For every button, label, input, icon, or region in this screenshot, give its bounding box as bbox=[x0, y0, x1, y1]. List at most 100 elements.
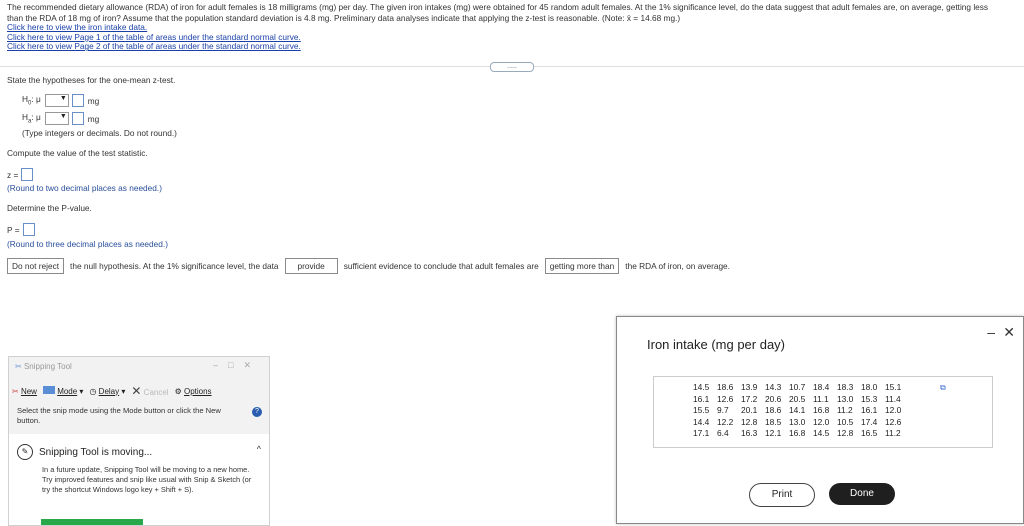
print-button[interactable]: Print bbox=[749, 483, 815, 507]
table-cell: 12.8 bbox=[741, 416, 758, 427]
z-label: z = bbox=[7, 169, 19, 180]
cancel-icon: ✕ bbox=[131, 384, 142, 398]
conclusion-row: Do not reject the null hypothesis. At th… bbox=[7, 258, 736, 274]
table-cell: 18.4 bbox=[813, 382, 830, 393]
table-cell: 11.2 bbox=[837, 405, 853, 416]
table-cell: 11.1 bbox=[813, 393, 829, 404]
pvalue-row: P = bbox=[7, 223, 39, 236]
table-cell: 17.4 bbox=[861, 416, 878, 427]
table-cell: 10.7 bbox=[789, 382, 806, 393]
table-cell: 14.5 bbox=[813, 428, 830, 439]
ha-operator-dropdown[interactable] bbox=[44, 112, 69, 125]
table-cell: 16.8 bbox=[789, 428, 806, 439]
table-cell: 20.6 bbox=[765, 393, 782, 404]
ha-value-input[interactable] bbox=[71, 112, 84, 125]
problem-statement: The recommended dietary allowance (RDA) … bbox=[7, 2, 997, 52]
new-snip-icon: ✂ bbox=[12, 386, 19, 396]
window-controls: –□✕ bbox=[213, 360, 261, 371]
table-cell: 17.2 bbox=[741, 393, 758, 404]
iron-intake-dialog: Iron intake (mg per day) – ✕ 14.5 18.6 13.… bbox=[616, 316, 1024, 524]
table-cell: 16.1 bbox=[861, 405, 878, 416]
conclusion-text-2: sufficient evidence to conclude that adu… bbox=[343, 261, 539, 271]
snip-instructions: Select the snip mode using the Mode butt… bbox=[17, 406, 221, 425]
pvalue-prompt: Determine the P-value. bbox=[7, 203, 92, 213]
snipping-tool-titlebar: ✂ Snipping Tool bbox=[15, 362, 72, 371]
table-cell: 16.1 bbox=[693, 393, 710, 404]
conclusion-text-3: the RDA of iron, on average. bbox=[625, 261, 730, 271]
table-row: 15.5 9.7 20.1 18.6 14.1 16.8 11.2 16.1 12.0 bbox=[693, 405, 909, 417]
table-cell: 6.4 bbox=[717, 428, 729, 439]
table-cell: 10.5 bbox=[837, 416, 854, 427]
p-value-input[interactable] bbox=[22, 223, 35, 236]
try-snip-sketch-button[interactable] bbox=[41, 519, 143, 525]
table-cell: 13.9 bbox=[741, 382, 758, 393]
mode-button[interactable]: Mode ▾ bbox=[42, 386, 83, 396]
ha-row: Ha: μ mg bbox=[22, 112, 99, 125]
table-cell: 17.1 bbox=[693, 428, 710, 439]
table-cell: 12.0 bbox=[813, 416, 830, 427]
h0-unit: mg bbox=[87, 95, 100, 106]
new-snip-button[interactable]: ✂ New bbox=[12, 387, 37, 396]
clock-icon: ◷ bbox=[89, 386, 97, 396]
table-cell: 18.0 bbox=[861, 382, 878, 393]
pvalue-note: (Round to three decimal places as needed… bbox=[7, 239, 168, 249]
normal-table-page2-link[interactable]: Click here to view Page 2 of the table o… bbox=[7, 42, 997, 52]
done-button[interactable]: Done bbox=[829, 483, 895, 505]
scissors-icon: ✂ bbox=[15, 362, 22, 371]
table-cell: 18.6 bbox=[765, 405, 782, 416]
cancel-button[interactable]: ✕ Cancel bbox=[131, 384, 168, 398]
z-value-input[interactable] bbox=[21, 168, 34, 181]
table-cell: 15.1 bbox=[885, 382, 902, 393]
ha-label: Ha: μ bbox=[22, 112, 41, 125]
problem-text: The recommended dietary allowance (RDA) … bbox=[7, 2, 989, 23]
statistic-note: (Round to two decimal places as needed.) bbox=[7, 183, 162, 193]
collapse-chevron-icon[interactable]: ^ bbox=[257, 444, 261, 454]
table-cell: 14.3 bbox=[765, 382, 782, 393]
close-icon[interactable]: ✕ bbox=[1003, 324, 1015, 341]
moving-notice-body: In a future update, Snipping Tool will b… bbox=[42, 465, 252, 494]
snipping-toolbar: ✂ New Mode ▾ ◷ Delay ▾ ✕ Cancel ⚙ Option… bbox=[12, 383, 266, 399]
h0-operator-dropdown[interactable] bbox=[44, 94, 69, 107]
table-cell: 18.6 bbox=[717, 382, 734, 393]
expand-button[interactable]: ..... bbox=[490, 62, 534, 72]
table-cell: 11.4 bbox=[885, 393, 901, 404]
iron-data-table: 14.5 18.6 13.9 14.3 10.7 18.4 18.3 18.0 15.1 16.1… bbox=[693, 382, 909, 440]
mode-icon bbox=[42, 386, 55, 394]
table-cell: 18.5 bbox=[765, 416, 782, 427]
p-label: P = bbox=[7, 224, 20, 235]
maximize-icon[interactable]: □ bbox=[228, 360, 243, 370]
h0-value-input[interactable] bbox=[71, 94, 84, 107]
table-cell: 14.5 bbox=[693, 382, 710, 393]
delay-button[interactable]: ◷ Delay ▾ bbox=[89, 387, 125, 396]
table-cell: 20.5 bbox=[789, 393, 806, 404]
table-cell: 12.1 bbox=[765, 428, 782, 439]
table-cell: 16.5 bbox=[861, 428, 878, 439]
moving-notice-panel: ✎ Snipping Tool is moving... ^ In a futu… bbox=[9, 434, 269, 525]
table-cell: 12.6 bbox=[885, 416, 902, 427]
table-cell: 20.1 bbox=[741, 405, 758, 416]
table-cell: 15.5 bbox=[693, 405, 710, 416]
copy-data-icon[interactable]: ⧉ bbox=[940, 383, 946, 393]
table-cell: 15.3 bbox=[861, 393, 878, 404]
ha-unit: mg bbox=[87, 113, 100, 124]
close-icon[interactable]: ✕ bbox=[243, 360, 261, 370]
comparison-dropdown[interactable]: getting more than bbox=[544, 258, 620, 274]
snip-sketch-icon: ✎ bbox=[17, 444, 33, 460]
table-cell: 16.8 bbox=[813, 405, 830, 416]
data-table-frame: 14.5 18.6 13.9 14.3 10.7 18.4 18.3 18.0 15.1 16.1… bbox=[653, 376, 993, 448]
evidence-dropdown[interactable]: provide bbox=[284, 258, 338, 274]
dialog-title: Iron intake (mg per day) bbox=[647, 337, 786, 352]
table-row: 16.1 12.6 17.2 20.6 20.5 11.1 13.0 15.3 11.4 bbox=[693, 394, 909, 406]
decision-dropdown[interactable]: Do not reject bbox=[7, 258, 65, 274]
minimize-icon[interactable]: – bbox=[987, 324, 995, 340]
gear-icon: ⚙ bbox=[174, 386, 182, 396]
table-cell: 14.4 bbox=[693, 416, 710, 427]
statistic-row: z = bbox=[7, 168, 37, 181]
help-icon[interactable]: ? bbox=[252, 407, 262, 417]
table-cell: 18.3 bbox=[837, 382, 854, 393]
options-button[interactable]: ⚙ Options bbox=[175, 387, 212, 396]
minimize-icon[interactable]: – bbox=[213, 360, 228, 370]
statistic-prompt: Compute the value of the test statistic. bbox=[7, 148, 148, 158]
hypotheses-prompt: State the hypotheses for the one-mean z-… bbox=[7, 75, 176, 85]
table-cell: 14.1 bbox=[789, 405, 806, 416]
